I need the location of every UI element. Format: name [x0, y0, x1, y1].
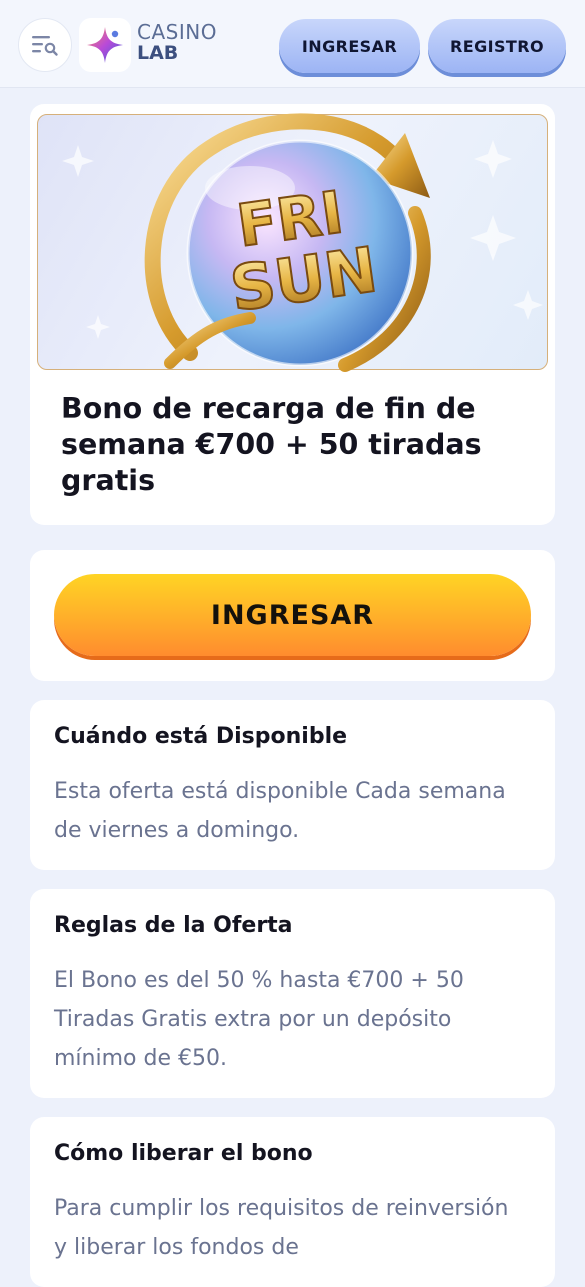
promo-image: FRI SUN: [37, 113, 548, 372]
logo-text-line1: CASINO: [137, 20, 217, 44]
cta-card: INGRESAR: [30, 550, 555, 681]
login-button[interactable]: INGRESAR: [279, 19, 420, 73]
section-body: Para cumplir los requisitos de reinversi…: [54, 1196, 509, 1260]
logo-wordmark[interactable]: CASINO LAB: [137, 22, 217, 63]
logo-text-line2: LAB: [137, 42, 179, 64]
menu-button[interactable]: [18, 18, 72, 72]
promo-card: FRI SUN Bono de recarga de fin de semana…: [30, 104, 555, 525]
section-body: Esta oferta está disponible Cada semana …: [54, 779, 506, 843]
top-header: CASINO LAB INGRESAR REGISTRO: [0, 0, 585, 88]
section-title: Reglas de la Oferta: [54, 913, 293, 938]
logo[interactable]: [79, 18, 131, 72]
menu-search-icon: [32, 36, 58, 56]
offer-rules-card: Reglas de la Oferta El Bono es del 50 % …: [30, 889, 555, 1098]
section-body: El Bono es del 50 % hasta €700 + 50 Tira…: [54, 968, 464, 1071]
fri-sun-bubble-emblem: FRI SUN: [144, 113, 431, 372]
release-bonus-card: Cómo liberar el bono Para cumplir los re…: [30, 1117, 555, 1287]
section-title: Cuándo está Disponible: [54, 724, 348, 749]
star-sparkle-icon: [87, 27, 123, 63]
cta-login-button[interactable]: INGRESAR: [54, 574, 531, 656]
availability-card: Cuándo está Disponible Esta oferta está …: [30, 700, 555, 870]
section-title: Cómo liberar el bono: [54, 1141, 313, 1166]
register-button[interactable]: REGISTRO: [428, 19, 566, 73]
promo-title: Bono de recarga de fin de semana €700 + …: [61, 392, 482, 497]
